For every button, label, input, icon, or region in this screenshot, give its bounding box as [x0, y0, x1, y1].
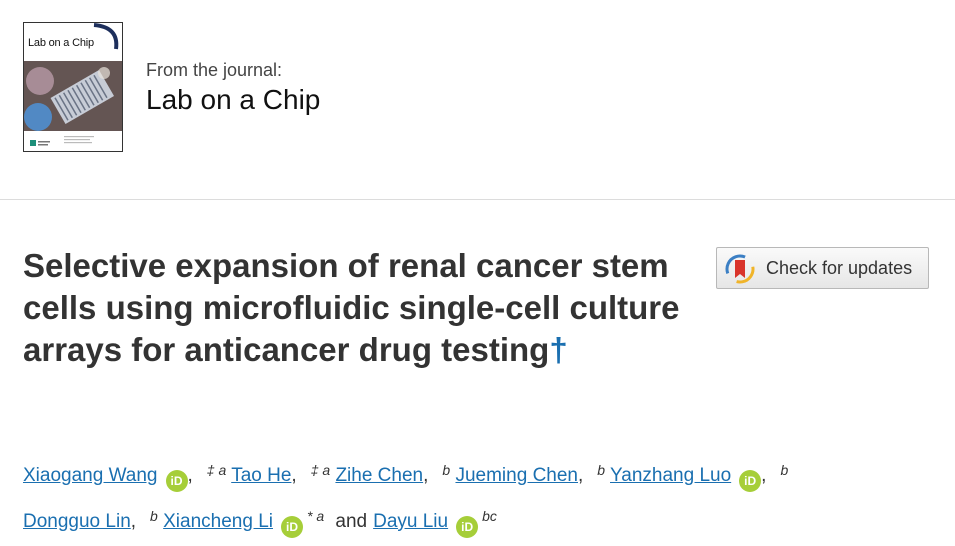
journal-from-label: From the journal:	[146, 60, 283, 80]
author-entry: Dongguo Lin, b	[23, 508, 158, 532]
author-list: Xiaogang Wang iD, ‡ a Tao He, ‡ a Zihe Chen…	[23, 450, 923, 542]
author-entry: Xiaogang Wang iD, ‡ a	[23, 462, 227, 492]
authors-conjunction: and	[335, 511, 368, 532]
author-entry: Tao He, ‡ a	[231, 462, 331, 486]
author-entry: Zihe Chen, b	[335, 462, 451, 486]
journal-name-link[interactable]: Lab on a Chip	[146, 84, 320, 116]
cover-artwork	[24, 61, 122, 131]
author-name-link[interactable]: Jueming Chen	[455, 465, 578, 486]
author-separator: ,	[187, 465, 193, 486]
author-separator: ,	[578, 465, 584, 486]
author-separator: ,	[130, 511, 137, 532]
author-separator: ,	[423, 465, 429, 486]
header-divider	[0, 199, 955, 200]
author-affiliation-marks: bc	[482, 508, 497, 524]
orcid-icon[interactable]: iD	[281, 516, 303, 538]
author-entry: Jueming Chen, b	[455, 462, 606, 486]
author-name-link[interactable]: Yanzhang Luo	[610, 465, 731, 486]
article-title-text: Selective expansion of renal cancer stem…	[23, 247, 680, 368]
author-affiliation-marks: ‡ a	[206, 462, 227, 478]
author-name-link[interactable]: Xiancheng Li	[163, 511, 273, 532]
author-entry: Xiancheng Li iD* a	[163, 508, 325, 538]
author-name-link[interactable]: Zihe Chen	[335, 465, 423, 486]
electronic-supplementary-link[interactable]: †	[549, 331, 567, 368]
crossmark-icon	[725, 254, 755, 284]
author-name-link[interactable]: Dayu Liu	[373, 511, 448, 532]
author-entry: Yanzhang Luo iD, b	[610, 462, 789, 492]
author-affiliation-marks: ‡ a	[310, 462, 331, 478]
author-name-link[interactable]: Tao He	[231, 465, 291, 486]
author-affiliation-marks: b	[780, 462, 789, 478]
author-separator: ,	[291, 465, 297, 486]
article-title: Selective expansion of renal cancer stem…	[23, 245, 683, 371]
author-affiliation-marks: b	[150, 508, 158, 524]
author-affiliation-marks: b	[597, 462, 606, 478]
orcid-icon[interactable]: iD	[165, 470, 188, 492]
author-name-link[interactable]: Dongguo Lin	[23, 511, 131, 532]
check-for-updates-button[interactable]: Check for updates	[716, 247, 929, 289]
cover-title: Lab on a Chip	[28, 37, 94, 49]
check-for-updates-label: Check for updates	[766, 258, 913, 278]
journal-cover-image[interactable]: Lab on a Chip	[23, 22, 123, 152]
orcid-icon[interactable]: iD	[739, 470, 762, 492]
author-name-link[interactable]: Xiaogang Wang	[23, 465, 158, 486]
author-separator: ,	[761, 465, 767, 486]
author-affiliation-marks: b	[442, 462, 451, 478]
orcid-icon[interactable]: iD	[456, 516, 479, 538]
author-affiliation-marks: * a	[307, 508, 325, 524]
author-entry: and Dayu Liu iDbc	[329, 508, 497, 538]
cover-footer	[24, 131, 122, 151]
